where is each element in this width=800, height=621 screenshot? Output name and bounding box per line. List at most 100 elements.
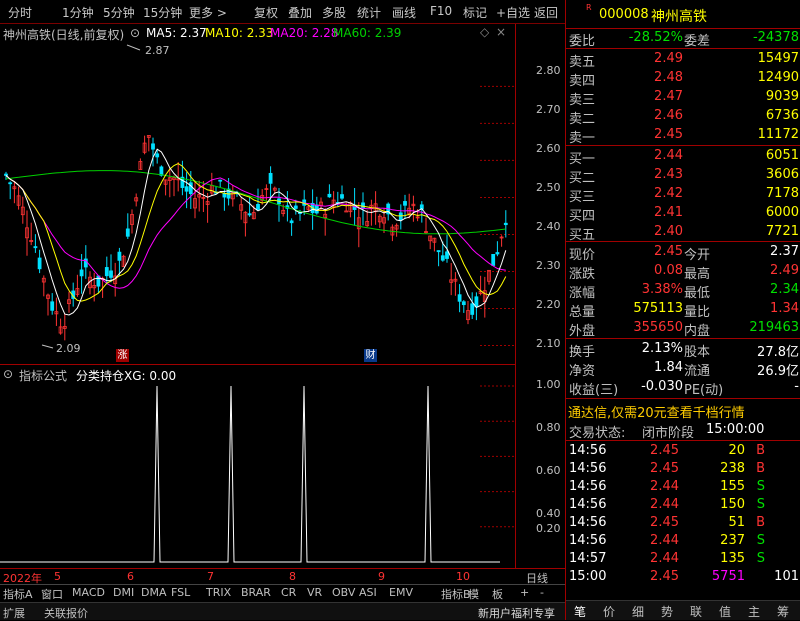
tick-time: 14:57 — [569, 551, 607, 566]
candle-body — [470, 303, 475, 315]
ask-row[interactable]: 卖一 2.45 11172 — [566, 127, 800, 146]
indicator-tick: 0.80 — [536, 421, 561, 434]
tick-time: 14:56 — [569, 479, 607, 494]
tab-1min[interactable]: 1分钟 — [62, 4, 94, 21]
indicator-tab[interactable]: 窗口 — [41, 586, 63, 602]
indicator-tab[interactable]: - — [540, 586, 544, 599]
quote-tab[interactable]: 筹 — [777, 603, 789, 620]
stat-value: 355650 — [633, 320, 683, 335]
bid-row[interactable]: 买四 2.41 6000 — [566, 205, 800, 224]
tick-row[interactable]: 14:57 2.44 135 S — [566, 551, 800, 569]
indicator-tab[interactable]: OBV — [332, 586, 355, 599]
bid-volume: 3606 — [765, 167, 799, 182]
ask-volume: 11172 — [757, 127, 799, 142]
ask-row[interactable]: 卖三 2.47 9039 — [566, 89, 800, 108]
mark-button[interactable]: 标记 — [463, 4, 487, 21]
overlay-button[interactable]: 叠加 — [288, 4, 312, 21]
indicator-chart[interactable] — [0, 382, 515, 568]
quote-tab[interactable]: 价 — [603, 603, 615, 620]
candle-body — [125, 228, 130, 237]
tick-row[interactable]: 14:56 2.45 238 B — [566, 461, 800, 479]
ask-price: 2.45 — [654, 127, 683, 142]
limit-up-badge[interactable]: 涨 — [116, 349, 129, 362]
candle-body — [96, 275, 101, 287]
low-price-label: 2.09 — [56, 342, 81, 355]
indicator-tab[interactable]: BRAR — [241, 586, 271, 599]
bid-row[interactable]: 买五 2.40 7721 — [566, 224, 800, 243]
kline-chart[interactable]: 2.87 2.09 — [0, 42, 515, 364]
bid-row[interactable]: 买二 2.43 3606 — [566, 167, 800, 186]
tab-5min[interactable]: 5分钟 — [103, 4, 135, 21]
ma5-label: MA5: 2.37 — [146, 26, 207, 40]
ask-row[interactable]: 卖二 2.46 6736 — [566, 108, 800, 127]
date-axis: 2022年 5 6 7 8 9 10 日线 — [0, 568, 565, 585]
indicator-dropdown-icon[interactable]: ⊙ — [3, 367, 13, 381]
fundamental-value: 27.8亿 — [757, 345, 799, 360]
draw-line-button[interactable]: 画线 — [392, 4, 416, 21]
candle-body — [403, 201, 407, 206]
stat-label: 今开 — [684, 248, 711, 263]
indicator-tab[interactable]: EMV — [389, 586, 413, 599]
quote-tab[interactable]: 笔 — [574, 603, 586, 620]
tick-row[interactable]: 14:56 2.44 155 S — [566, 479, 800, 497]
indicator-tab[interactable]: TRIX — [206, 586, 231, 599]
indicator-tick: 0.40 — [536, 507, 561, 520]
ask-volume: 15497 — [757, 51, 799, 66]
indicator-tab[interactable]: CR — [281, 586, 296, 599]
price-tick: 2.40 — [536, 220, 561, 233]
diamond-icon[interactable]: ◇ — [480, 25, 489, 39]
indicator-tab[interactable]: 板 — [492, 586, 503, 602]
indicator-tab[interactable]: MACD — [72, 586, 105, 599]
expand-button[interactable]: 扩展 — [3, 605, 25, 621]
bid-price: 2.42 — [654, 186, 683, 201]
related-quotes-button[interactable]: 关联报价 — [44, 605, 88, 621]
ask-price: 2.49 — [654, 51, 683, 66]
new-user-promo-link[interactable]: 新用户福利专享 — [478, 605, 555, 621]
indicator-tab[interactable]: + — [520, 586, 529, 599]
indicator-tab[interactable]: 模 — [468, 586, 479, 602]
indicator-tab[interactable]: 指标A — [3, 586, 33, 602]
back-button[interactable]: 返回 — [534, 4, 558, 21]
tab-15min[interactable]: 15分钟 — [143, 4, 182, 21]
tick-row[interactable]: 14:56 2.45 51 B — [566, 515, 800, 533]
tick-row[interactable]: 14:56 2.44 150 S — [566, 497, 800, 515]
quote-tab[interactable]: 主 — [748, 603, 760, 620]
bid-row[interactable]: 买一 2.44 6051 — [566, 148, 800, 167]
quote-tab[interactable]: 值 — [719, 603, 731, 620]
financial-badge[interactable]: 财 — [364, 349, 377, 362]
f10-button[interactable]: F10 — [430, 4, 452, 18]
multi-stock-button[interactable]: 多股 — [322, 4, 346, 21]
kline-header: 神州高铁(日线,前复权) ⊙ MA5: 2.37 MA10: 2.33 MA20… — [0, 24, 515, 42]
quote-tab[interactable]: 细 — [632, 603, 644, 620]
indicator-tab[interactable]: DMA — [141, 586, 167, 599]
tab-intraday[interactable]: 分时 — [8, 4, 32, 21]
indicator-tab[interactable]: ASI — [359, 586, 377, 599]
tick-row[interactable]: 14:56 2.44 237 S — [566, 533, 800, 551]
month-label: 6 — [127, 570, 134, 583]
tick-time: 14:56 — [569, 515, 607, 530]
indicator-tab[interactable]: FSL — [171, 586, 190, 599]
indicator-tab[interactable]: 指标B — [441, 586, 471, 602]
stat-value: 1.34 — [770, 301, 799, 316]
tick-row[interactable]: 14:56 2.45 20 B — [566, 443, 800, 461]
indicator-tab[interactable]: VR — [307, 586, 322, 599]
chevron-down-icon[interactable]: ⊙ — [130, 26, 140, 40]
add-favorite-button[interactable]: +自选 — [496, 4, 530, 21]
close-icon[interactable]: × — [496, 25, 506, 39]
ask-label: 卖四 — [569, 74, 596, 89]
promo-text[interactable]: 通达信,仅需20元查看千档行情 — [568, 402, 745, 421]
bid-price: 2.43 — [654, 167, 683, 182]
promo-row[interactable]: 通达信,仅需20元查看千档行情 — [566, 402, 800, 421]
ask-row[interactable]: 卖五 2.49 15497 — [566, 51, 800, 70]
candle-body — [104, 267, 109, 277]
tab-more[interactable]: 更多 > — [189, 4, 227, 21]
statistics-button[interactable]: 统计 — [357, 4, 381, 21]
bid-row[interactable]: 买三 2.42 7178 — [566, 186, 800, 205]
restore-rights-button[interactable]: 复权 — [254, 4, 278, 21]
quote-tab[interactable]: 联 — [690, 603, 702, 620]
quote-tab[interactable]: 势 — [661, 603, 673, 620]
tick-row[interactable]: 15:00 2.45 5751 101 — [566, 569, 800, 587]
ask-row[interactable]: 卖四 2.48 12490 — [566, 70, 800, 89]
indicator-tab[interactable]: DMI — [113, 586, 134, 599]
candle-body — [109, 270, 113, 278]
